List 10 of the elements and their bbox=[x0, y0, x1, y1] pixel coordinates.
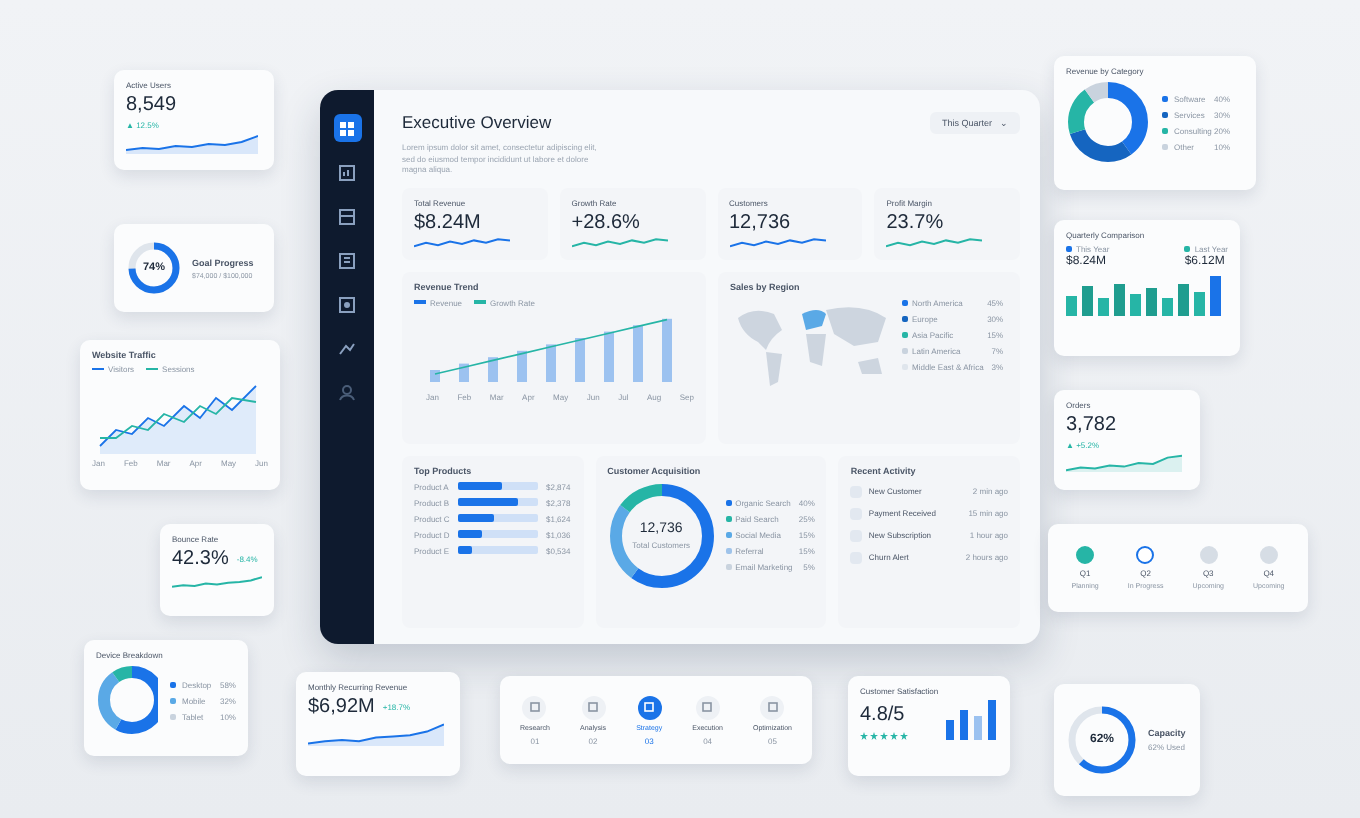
kpi-value: $8.24M bbox=[414, 211, 483, 233]
kpi-value: 23.7% bbox=[886, 211, 946, 233]
stat-value: 3,782 bbox=[1066, 414, 1119, 436]
stat-value: 42.3% bbox=[172, 548, 229, 570]
page-title: Executive Overview bbox=[402, 112, 554, 132]
score-value: 4.8/5 bbox=[860, 704, 907, 726]
kpi-value: +28.6% bbox=[571, 211, 642, 233]
stat-value: $6,92M bbox=[308, 696, 375, 718]
kpi-value: 12,736 bbox=[729, 211, 793, 233]
stat-value: 8,549 bbox=[126, 94, 179, 116]
